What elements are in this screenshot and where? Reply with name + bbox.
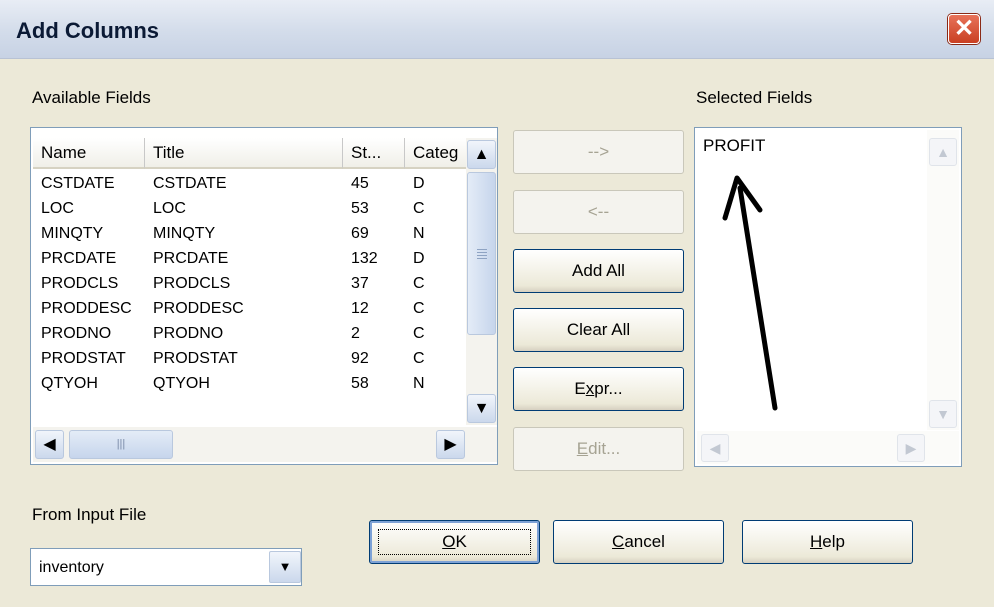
field-category-cell: C [413,275,425,292]
help-button[interactable]: Help [742,520,913,564]
table-row[interactable]: CSTDATE CSTDATE 45 D [33,171,465,196]
field-category-cell: N [413,375,425,392]
selected-horizontal-scrollbar[interactable]: ◀ ▶ [697,431,959,464]
ok-button[interactable]: OK [369,520,540,564]
annotation-arrow [722,175,778,411]
add-columns-dialog: Add Columns ✕ Available Fields Selected … [0,0,994,607]
field-category-cell: C [413,300,425,317]
close-icon[interactable]: ✕ [948,14,980,44]
arrow-right-icon[interactable]: ▶ [436,430,465,459]
field-category-cell: D [413,250,425,267]
table-row[interactable]: PRODNO PRODNO 2 C [33,321,465,346]
vertical-scrollbar[interactable]: ▲ ▼ [466,138,497,425]
field-name-cell: QTYOH [41,375,98,392]
field-title-cell: PRODCLS [153,275,231,292]
column-header-start[interactable]: St... [343,138,405,169]
field-start-cell: 132 [351,250,378,267]
field-name-cell: PRODNO [41,325,112,342]
field-name-cell: LOC [41,200,74,217]
field-title-cell: CSTDATE [153,175,227,192]
field-title-cell: LOC [153,200,186,217]
dialog-title: Add Columns [16,18,159,43]
table-row[interactable]: MINQTY MINQTY 69 N [33,221,465,246]
horizontal-scroll-thumb[interactable]: ||| [69,430,173,459]
input-file-select[interactable]: inventory ▼ [30,548,302,586]
field-name-cell: PRODDESC [41,300,132,317]
field-name-cell: PRODCLS [41,275,119,292]
table-row[interactable]: PRODSTAT PRODSTAT 92 C [33,346,465,371]
field-title-cell: PRODDESC [153,300,244,317]
add-all-button[interactable]: Add All [513,249,684,293]
column-header-title[interactable]: Title [145,138,343,169]
from-input-file-label: From Input File [32,505,147,524]
list-rows: CSTDATE CSTDATE 45 D LOC LOC 53 C MINQTY MINQTY 69… [33,171,465,396]
field-title-cell: MINQTY [153,225,216,242]
selected-vertical-scrollbar[interactable]: ▲ ▼ [927,130,959,430]
field-name-cell: MINQTY [41,225,104,242]
field-title-cell: PRODSTAT [153,350,238,367]
expr-button[interactable]: Expr... [513,367,684,411]
table-row[interactable]: PRODCLS PRODCLS 37 C [33,271,465,296]
column-header-name[interactable]: Name [33,138,145,169]
field-start-cell: 92 [351,350,369,367]
edit-button[interactable]: Edit... [513,427,684,471]
field-name-cell: CSTDATE [41,175,115,192]
selected-fields-label: Selected Fields [696,88,813,107]
field-title-cell: PRCDATE [153,250,229,267]
arrow-up-icon[interactable]: ▲ [929,138,957,166]
table-row[interactable]: PRODDESC PRODDESC 12 C [33,296,465,321]
list-header: Name Title St... Categ [33,138,467,169]
field-start-cell: 69 [351,225,369,242]
cancel-button[interactable]: Cancel [553,520,724,564]
field-start-cell: 58 [351,375,369,392]
focus-rectangle [378,529,531,555]
field-category-cell: C [413,325,425,342]
field-start-cell: 53 [351,200,369,217]
selected-field-item[interactable]: PROFIT [703,136,765,156]
field-category-cell: C [413,350,425,367]
arrow-up-icon[interactable]: ▲ [467,140,496,169]
field-start-cell: 45 [351,175,369,192]
field-name-cell: PRCDATE [41,250,117,267]
arrow-down-icon[interactable]: ▼ [929,400,957,428]
field-category-cell: C [413,200,425,217]
title-bar[interactable]: Add Columns ✕ [0,0,994,59]
column-header-category[interactable]: Categ [405,138,467,169]
add-field-button[interactable]: --> [513,130,684,174]
arrow-left-icon[interactable]: ◀ [35,430,64,459]
arrow-left-icon[interactable]: ◀ [701,434,729,462]
available-fields-list[interactable]: Name Title St... Categ CSTDATE CSTDATE 45 D… [30,127,498,465]
vertical-scroll-thumb[interactable] [467,172,496,335]
table-row[interactable]: QTYOH QTYOH 58 N [33,371,465,396]
arrow-right-icon[interactable]: ▶ [897,434,925,462]
field-start-cell: 2 [351,325,360,342]
field-start-cell: 37 [351,275,369,292]
field-category-cell: N [413,225,425,242]
dropdown-arrow-icon[interactable]: ▼ [269,551,301,583]
arrow-down-icon[interactable]: ▼ [467,394,496,423]
table-row[interactable]: LOC LOC 53 C [33,196,465,221]
field-title-cell: PRODNO [153,325,224,342]
clear-all-button[interactable]: Clear All [513,308,684,352]
field-name-cell: PRODSTAT [41,350,126,367]
table-row[interactable]: PRCDATE PRCDATE 132 D [33,246,465,271]
field-start-cell: 12 [351,300,369,317]
field-title-cell: QTYOH [153,375,210,392]
available-fields-label: Available Fields [32,88,151,107]
input-file-value: inventory [39,559,104,576]
field-category-cell: D [413,175,425,192]
remove-field-button[interactable]: <-- [513,190,684,234]
horizontal-scrollbar[interactable]: ◀ ||| ▶ [33,427,497,462]
